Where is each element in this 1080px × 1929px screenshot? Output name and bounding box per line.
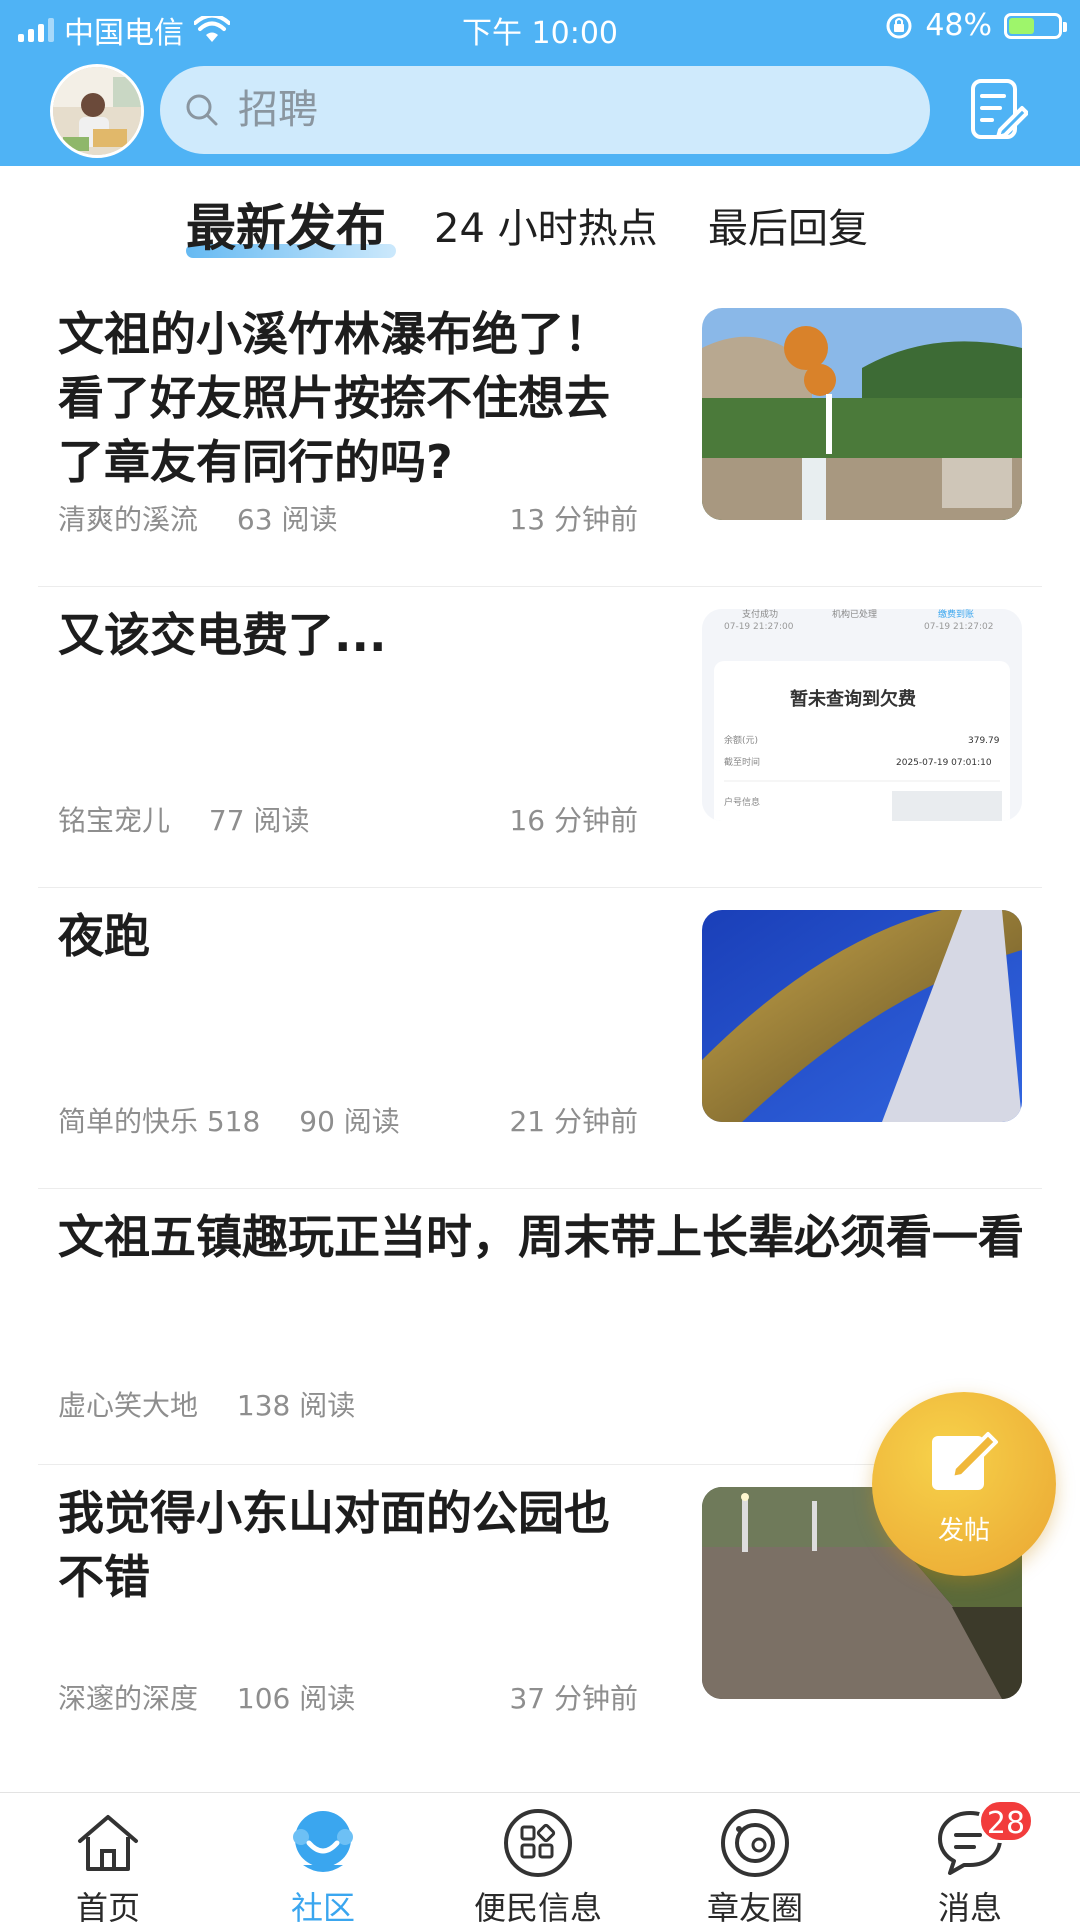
svg-text:379.79: 379.79 (968, 736, 1000, 746)
post-meta: 简单的快乐 518 90 阅读 21 分钟前 (58, 1100, 658, 1140)
post-time: 21 分钟前 (509, 1105, 638, 1138)
community-icon (293, 1811, 353, 1872)
status-right: 48% (885, 8, 1067, 43)
post-item[interactable]: 又该交电费了... 铭宝宠儿 77 阅读 16 分钟前 支付成功 机构已处理 缴… (38, 587, 1042, 888)
post-meta: 虚心笑大地 138 阅读 (58, 1384, 658, 1424)
tab-latest[interactable]: 最新发布 (186, 188, 386, 260)
post-time: 37 分钟前 (509, 1682, 638, 1715)
planet-icon (721, 1809, 789, 1877)
nav-home-label: 首页 (75, 1889, 140, 1927)
post-author: 深邃的深度 (58, 1682, 199, 1715)
post-title: 文祖五镇趣玩正当时，周末带上长辈必须看一看 (58, 1210, 1024, 1264)
nav-services[interactable]: 便民信息 (468, 1807, 608, 1929)
post-reads: 63 阅读 (236, 503, 338, 536)
post-reads: 77 阅读 (208, 804, 310, 837)
bottom-nav: 首页 社区 便民信息 章友圈 消息 28 (0, 1792, 1080, 1927)
nav-community[interactable]: 社区 (253, 1807, 393, 1929)
post-title: 文祖的小溪竹林瀑布绝了！看了好友照片按捺不住想去了章友有同行的吗? (58, 307, 610, 489)
svg-text:余额(元): 余额(元) (724, 734, 758, 746)
svg-text:2025-07-19 07:01:10: 2025-07-19 07:01:10 (896, 758, 992, 768)
svg-text:支付成功: 支付成功 (742, 609, 778, 620)
nav-services-label: 便民信息 (473, 1889, 602, 1927)
svg-text:07-19 21:27:00: 07-19 21:27:00 (724, 622, 794, 632)
nav-messages-label: 消息 (937, 1889, 1002, 1927)
post-meta: 清爽的溪流 63 阅读 13 分钟前 (58, 498, 658, 538)
feed-tabs: 最新发布 24 小时热点 最后回复 (0, 166, 1080, 276)
post-author: 虚心笑大地 (58, 1389, 199, 1422)
svg-text:暂未查询到欠费: 暂未查询到欠费 (790, 688, 916, 710)
post-author: 清爽的溪流 (58, 503, 199, 536)
post-author: 铭宝宠儿 (58, 804, 171, 837)
nav-friends-circle-label: 章友圈 (706, 1889, 803, 1927)
tab-24h-hot[interactable]: 24 小时热点 (434, 196, 658, 254)
svg-text:缴费到账: 缴费到账 (938, 609, 974, 620)
battery-percent: 48% (925, 8, 992, 43)
post-meta: 深邃的深度 106 阅读 37 分钟前 (58, 1677, 658, 1717)
app-header: 中国电信 下午 10:00 48% (0, 0, 1080, 166)
post-title: 夜跑 (58, 909, 150, 963)
post-author: 简单的快乐 518 (58, 1105, 261, 1138)
search-bar[interactable] (160, 66, 930, 154)
svg-text:机构已处理: 机构已处理 (832, 609, 877, 620)
post-item[interactable]: 夜跑 简单的快乐 518 90 阅读 21 分钟前 (38, 888, 1042, 1189)
post-reads: 106 阅读 (236, 1682, 356, 1715)
post-title: 我觉得小东山对面的公园也不错 (58, 1486, 610, 1604)
compose-icon (932, 1432, 998, 1490)
post-thumbnail[interactable] (702, 308, 1022, 520)
new-post-label: 发帖 (937, 1516, 990, 1546)
nav-home[interactable]: 首页 (38, 1807, 178, 1929)
battery-icon (1004, 12, 1067, 39)
svg-text:户号信息: 户号信息 (724, 796, 760, 808)
new-post-button[interactable]: 发帖 (872, 1392, 1056, 1576)
svg-text:截至时间: 截至时间 (724, 756, 760, 768)
home-icon (78, 1815, 138, 1871)
post-time: 13 分钟前 (509, 503, 638, 536)
post-thumbnail[interactable]: 支付成功 机构已处理 缴费到账 07-19 21:27:00 07-19 21:… (702, 609, 1022, 821)
post-reads: 90 阅读 (299, 1105, 400, 1138)
nav-messages[interactable]: 消息 28 (900, 1799, 1040, 1929)
svg-text:07-19 21:27:02: 07-19 21:27:02 (924, 622, 993, 632)
nav-friends-circle[interactable]: 章友圈 (685, 1807, 825, 1929)
unread-badge: 28 (978, 1799, 1034, 1843)
post-thumbnail[interactable] (702, 910, 1022, 1122)
user-avatar[interactable] (50, 64, 144, 158)
post-meta: 铭宝宠儿 77 阅读 16 分钟前 (58, 799, 658, 839)
post-reads: 138 阅读 (236, 1389, 356, 1422)
rotation-lock-icon (886, 13, 912, 38)
post-item[interactable]: 文祖的小溪竹林瀑布绝了！看了好友照片按捺不住想去了章友有同行的吗? 清爽的溪流 … (38, 286, 1042, 587)
post-title: 又该交电费了... (58, 608, 387, 662)
search-icon (186, 94, 218, 126)
grid-icon (504, 1809, 572, 1877)
post-time: 16 分钟前 (509, 804, 638, 837)
nav-community-label: 社区 (290, 1889, 355, 1927)
search-input[interactable] (236, 86, 840, 134)
post-item[interactable]: 文祖五镇趣玩正当时，周末带上长辈必须看一看 虚心笑大地 138 阅读 (38, 1189, 1042, 1465)
compose-note-icon[interactable] (970, 78, 1028, 142)
status-bar: 中国电信 下午 10:00 48% (0, 0, 1080, 52)
tab-last-reply[interactable]: 最后回复 (708, 196, 868, 254)
